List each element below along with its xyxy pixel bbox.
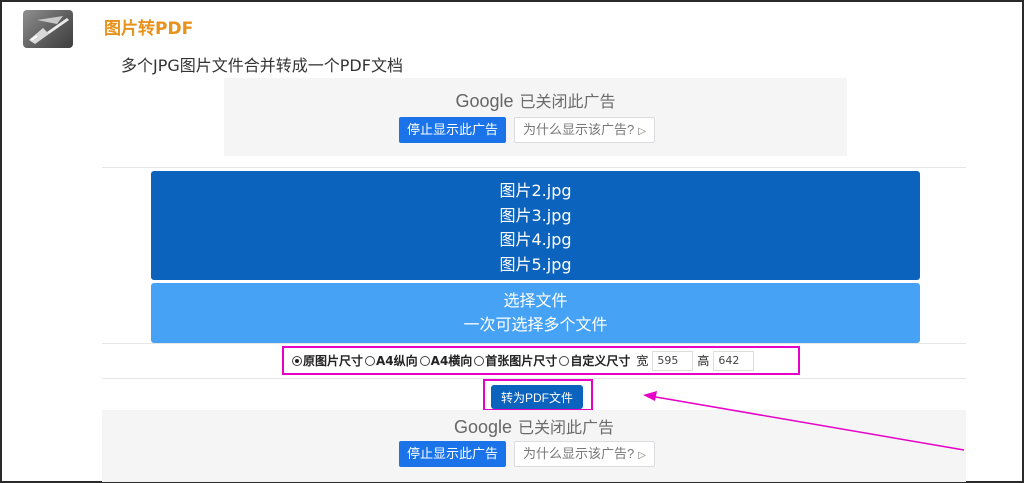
ad-placeholder-top: Google 已关闭此广告 停止显示此广告 为什么显示该广告? ▷ — [224, 78, 847, 156]
why-this-ad-label: 为什么显示该广告? — [523, 122, 635, 137]
info-play-icon: ▷ — [638, 126, 646, 137]
ad-closed-message: Google 已关闭此广告 — [224, 88, 847, 112]
divider — [102, 167, 966, 168]
option-label: 自定义尺寸 — [570, 354, 631, 368]
radio-button-checked[interactable] — [292, 355, 302, 366]
choose-files-label: 选择文件 — [503, 291, 568, 310]
radio-button[interactable] — [365, 355, 376, 366]
option-label: A4横向 — [430, 354, 473, 368]
page-size-options: 原图片尺寸 A4纵向 A4横向 首张图片尺寸 自定义尺寸 宽 高 — [282, 346, 800, 375]
ad-closed-text: 已关闭此广告 — [518, 418, 615, 437]
convert-to-pdf-button[interactable]: 转为PDF文件 — [491, 385, 583, 409]
divider — [102, 343, 966, 344]
width-label: 宽 — [636, 354, 649, 368]
stop-showing-ad-button[interactable]: 停止显示此广告 — [399, 117, 507, 143]
option-custom-size[interactable]: 自定义尺寸 — [559, 352, 630, 369]
pen-on-paper-icon — [23, 10, 73, 48]
option-label: 原图片尺寸 — [303, 354, 364, 368]
info-play-icon: ▷ — [638, 450, 646, 461]
option-original-size[interactable]: 原图片尺寸 — [292, 352, 363, 369]
option-label: A4纵向 — [376, 354, 418, 368]
radio-button[interactable] — [419, 355, 430, 366]
google-logo-text: Google — [455, 91, 514, 111]
ad-closed-message: Google 已关闭此广告 — [102, 414, 966, 438]
option-a4-landscape[interactable]: A4横向 — [419, 352, 473, 369]
app-title: 图片转PDF — [104, 19, 194, 39]
width-input[interactable] — [652, 350, 694, 371]
selected-files-list: 图片2.jpg 图片3.jpg 图片4.jpg 图片5.jpg — [151, 171, 920, 280]
radio-button[interactable] — [559, 355, 570, 366]
ad-placeholder-bottom: Google 已关闭此广告 停止显示此广告 为什么显示该广告? ▷ — [102, 410, 966, 482]
why-this-ad-button[interactable]: 为什么显示该广告? ▷ — [514, 117, 655, 143]
choose-files-hint: 一次可选择多个文件 — [463, 315, 608, 334]
file-item: 图片2.jpg — [499, 181, 572, 200]
file-item: 图片3.jpg — [499, 205, 572, 225]
convert-highlight: 转为PDF文件 — [483, 379, 593, 411]
stop-showing-ad-button[interactable]: 停止显示此广告 — [399, 441, 507, 467]
height-label: 高 — [697, 354, 710, 368]
height-input[interactable] — [713, 350, 755, 371]
option-first-image-size[interactable]: 首张图片尺寸 — [474, 352, 557, 369]
choose-files-button[interactable]: 选择文件 一次可选择多个文件 — [151, 283, 920, 343]
option-label: 首张图片尺寸 — [485, 354, 558, 368]
file-item: 图片4.jpg — [499, 230, 572, 249]
why-this-ad-label: 为什么显示该广告? — [523, 446, 635, 461]
file-item: 图片5.jpg — [499, 254, 572, 274]
option-a4-portrait[interactable]: A4纵向 — [365, 352, 418, 369]
page-subtitle: 多个JPG图片文件合并转成一个PDF文档 — [121, 56, 403, 75]
google-logo-text: Google — [453, 417, 513, 437]
radio-button[interactable] — [474, 355, 485, 366]
why-this-ad-button[interactable]: 为什么显示该广告? ▷ — [514, 441, 655, 467]
ad-closed-text: 已关闭此广告 — [519, 92, 616, 111]
window-frame: 图片转PDF 多个JPG图片文件合并转成一个PDF文档 Google 已关闭此广告… — [0, 0, 1024, 483]
